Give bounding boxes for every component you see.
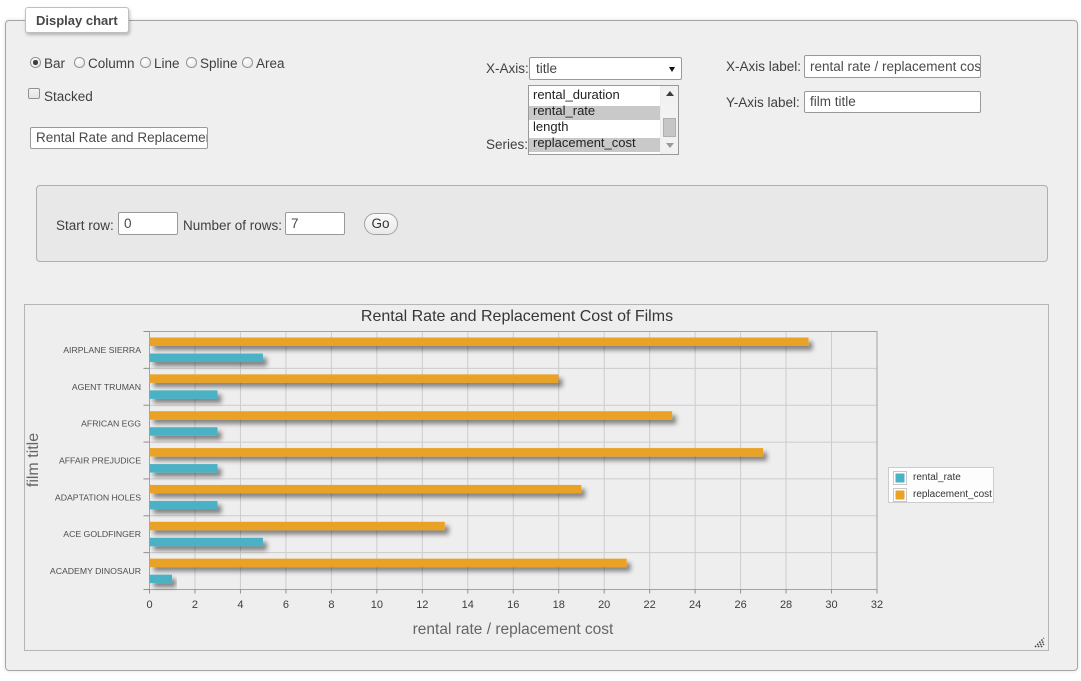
svg-text:14: 14 bbox=[462, 599, 474, 611]
svg-text:32: 32 bbox=[871, 599, 883, 611]
svg-text:6: 6 bbox=[283, 599, 289, 611]
svg-text:AGENT TRUMAN: AGENT TRUMAN bbox=[72, 382, 141, 392]
svg-text:26: 26 bbox=[734, 599, 746, 611]
svg-text:rental_rate: rental_rate bbox=[913, 472, 961, 483]
svg-text:AIRPLANE SIERRA: AIRPLANE SIERRA bbox=[63, 345, 141, 355]
svg-text:30: 30 bbox=[825, 599, 837, 611]
svg-text:24: 24 bbox=[689, 599, 701, 611]
svg-text:2: 2 bbox=[192, 599, 198, 611]
svg-text:20: 20 bbox=[598, 599, 610, 611]
svg-text:AFRICAN EGG: AFRICAN EGG bbox=[81, 419, 141, 429]
svg-text:ACE GOLDFINGER: ACE GOLDFINGER bbox=[63, 529, 141, 539]
svg-text:12: 12 bbox=[416, 599, 428, 611]
svg-text:28: 28 bbox=[780, 599, 792, 611]
svg-text:16: 16 bbox=[507, 599, 519, 611]
svg-text:replacement_cost: replacement_cost bbox=[913, 489, 992, 500]
svg-text:4: 4 bbox=[237, 599, 243, 611]
svg-text:10: 10 bbox=[371, 599, 383, 611]
svg-text:Rental Rate and Replacement Co: Rental Rate and Replacement Cost of Film… bbox=[361, 308, 673, 325]
svg-text:0: 0 bbox=[146, 599, 152, 611]
svg-text:ADAPTATION HOLES: ADAPTATION HOLES bbox=[55, 492, 141, 502]
svg-text:18: 18 bbox=[553, 599, 565, 611]
svg-text:AFFAIR PREJUDICE: AFFAIR PREJUDICE bbox=[59, 456, 141, 466]
svg-text:film title: film title bbox=[25, 433, 42, 487]
svg-text:rental rate / replacement cost: rental rate / replacement cost bbox=[413, 621, 614, 638]
svg-text:22: 22 bbox=[644, 599, 656, 611]
svg-text:ACADEMY DINOSAUR: ACADEMY DINOSAUR bbox=[50, 566, 141, 576]
svg-text:8: 8 bbox=[328, 599, 334, 611]
